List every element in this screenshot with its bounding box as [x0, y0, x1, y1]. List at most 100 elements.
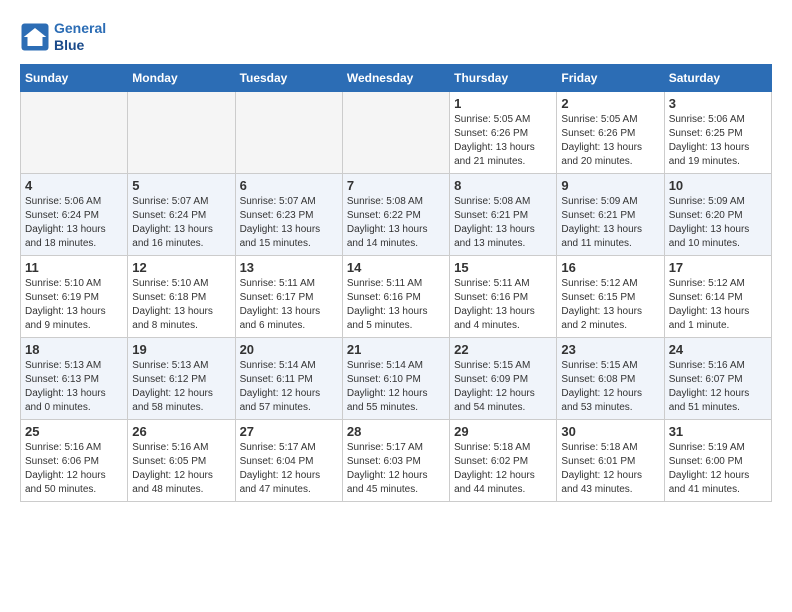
calendar-week-row: 25Sunrise: 5:16 AM Sunset: 6:06 PM Dayli…	[21, 419, 772, 501]
calendar-cell: 21 Sunrise: 5:14 AM Sunset: 6:10 PM Dayli…	[342, 337, 449, 419]
logo: General Blue	[20, 20, 106, 54]
day-number: 23	[561, 342, 659, 357]
day-number: 30	[561, 424, 659, 439]
calendar-cell: 7 Sunrise: 5:08 AM Sunset: 6:22 PM Daylig…	[342, 173, 449, 255]
day-number: 27	[240, 424, 338, 439]
day-info: Sunrise: 5:08 AM Sunset: 6:22 PM Dayligh…	[347, 195, 445, 251]
calendar-cell: 5 Sunrise: 5:07 AM Sunset: 6:24 PM Daylig…	[128, 173, 235, 255]
calendar-cell: 23 Sunrise: 5:15 AM Sunset: 6:08 PM Dayli…	[557, 337, 664, 419]
calendar-cell	[21, 91, 128, 173]
day-info: Sunrise: 5:15 AM Sunset: 6:08 PM Dayligh…	[561, 359, 659, 415]
calendar-cell: 18 Sunrise: 5:13 AM Sunset: 6:13 PM Dayli…	[21, 337, 128, 419]
day-info: Sunrise: 5:12 AM Sunset: 6:14 PM Dayligh…	[669, 277, 767, 333]
day-number: 13	[240, 260, 338, 275]
calendar-cell: 11Sunrise: 5:10 AM Sunset: 6:19 PM Dayli…	[21, 255, 128, 337]
calendar-cell: 30Sunrise: 5:18 AM Sunset: 6:01 PM Dayli…	[557, 419, 664, 501]
calendar-cell: 10Sunrise: 5:09 AM Sunset: 6:20 PM Dayli…	[664, 173, 771, 255]
day-info: Sunrise: 5:06 AM Sunset: 6:25 PM Dayligh…	[669, 113, 767, 169]
day-number: 16	[561, 260, 659, 275]
calendar-cell: 6 Sunrise: 5:07 AM Sunset: 6:23 PM Daylig…	[235, 173, 342, 255]
calendar-cell: 17 Sunrise: 5:12 AM Sunset: 6:14 PM Dayli…	[664, 255, 771, 337]
day-info: Sunrise: 5:13 AM Sunset: 6:12 PM Dayligh…	[132, 359, 230, 415]
day-info: Sunrise: 5:06 AM Sunset: 6:24 PM Dayligh…	[25, 195, 123, 251]
calendar-cell	[235, 91, 342, 173]
calendar-week-row: 18 Sunrise: 5:13 AM Sunset: 6:13 PM Dayli…	[21, 337, 772, 419]
day-info: Sunrise: 5:15 AM Sunset: 6:09 PM Dayligh…	[454, 359, 552, 415]
day-number: 2	[561, 96, 659, 111]
day-number: 31	[669, 424, 767, 439]
day-number: 28	[347, 424, 445, 439]
day-info: Sunrise: 5:10 AM Sunset: 6:18 PM Dayligh…	[132, 277, 230, 333]
calendar-cell: 19 Sunrise: 5:13 AM Sunset: 6:12 PM Dayli…	[128, 337, 235, 419]
calendar-cell: 29Sunrise: 5:18 AM Sunset: 6:02 PM Dayli…	[450, 419, 557, 501]
day-info: Sunrise: 5:14 AM Sunset: 6:10 PM Dayligh…	[347, 359, 445, 415]
day-number: 9	[561, 178, 659, 193]
calendar-cell: 4 Sunrise: 5:06 AM Sunset: 6:24 PM Daylig…	[21, 173, 128, 255]
day-number: 20	[240, 342, 338, 357]
calendar-week-row: 1 Sunrise: 5:05 AM Sunset: 6:26 PM Daylig…	[21, 91, 772, 173]
calendar-cell	[342, 91, 449, 173]
calendar-header-wednesday: Wednesday	[342, 64, 449, 91]
day-number: 14	[347, 260, 445, 275]
day-number: 5	[132, 178, 230, 193]
calendar-table: SundayMondayTuesdayWednesdayThursdayFrid…	[20, 64, 772, 502]
calendar-header-row: SundayMondayTuesdayWednesdayThursdayFrid…	[21, 64, 772, 91]
calendar-cell: 25Sunrise: 5:16 AM Sunset: 6:06 PM Dayli…	[21, 419, 128, 501]
calendar-cell: 31Sunrise: 5:19 AM Sunset: 6:00 PM Dayli…	[664, 419, 771, 501]
day-number: 24	[669, 342, 767, 357]
day-info: Sunrise: 5:17 AM Sunset: 6:03 PM Dayligh…	[347, 441, 445, 497]
day-info: Sunrise: 5:11 AM Sunset: 6:16 PM Dayligh…	[454, 277, 552, 333]
calendar-cell: 27 Sunrise: 5:17 AM Sunset: 6:04 PM Dayli…	[235, 419, 342, 501]
day-number: 7	[347, 178, 445, 193]
day-number: 17	[669, 260, 767, 275]
day-info: Sunrise: 5:13 AM Sunset: 6:13 PM Dayligh…	[25, 359, 123, 415]
day-number: 1	[454, 96, 552, 111]
calendar-header-monday: Monday	[128, 64, 235, 91]
calendar-cell: 26 Sunrise: 5:16 AM Sunset: 6:05 PM Dayli…	[128, 419, 235, 501]
logo-icon	[20, 22, 50, 52]
calendar-cell: 28 Sunrise: 5:17 AM Sunset: 6:03 PM Dayli…	[342, 419, 449, 501]
day-number: 22	[454, 342, 552, 357]
day-info: Sunrise: 5:08 AM Sunset: 6:21 PM Dayligh…	[454, 195, 552, 251]
calendar-cell: 20 Sunrise: 5:14 AM Sunset: 6:11 PM Dayli…	[235, 337, 342, 419]
day-number: 15	[454, 260, 552, 275]
calendar-week-row: 4 Sunrise: 5:06 AM Sunset: 6:24 PM Daylig…	[21, 173, 772, 255]
day-number: 4	[25, 178, 123, 193]
calendar-cell: 15 Sunrise: 5:11 AM Sunset: 6:16 PM Dayli…	[450, 255, 557, 337]
day-info: Sunrise: 5:05 AM Sunset: 6:26 PM Dayligh…	[454, 113, 552, 169]
day-number: 21	[347, 342, 445, 357]
calendar-cell: 2 Sunrise: 5:05 AM Sunset: 6:26 PM Daylig…	[557, 91, 664, 173]
day-info: Sunrise: 5:16 AM Sunset: 6:07 PM Dayligh…	[669, 359, 767, 415]
day-info: Sunrise: 5:09 AM Sunset: 6:20 PM Dayligh…	[669, 195, 767, 251]
day-number: 8	[454, 178, 552, 193]
day-info: Sunrise: 5:14 AM Sunset: 6:11 PM Dayligh…	[240, 359, 338, 415]
calendar-cell: 3 Sunrise: 5:06 AM Sunset: 6:25 PM Daylig…	[664, 91, 771, 173]
day-info: Sunrise: 5:16 AM Sunset: 6:05 PM Dayligh…	[132, 441, 230, 497]
day-info: Sunrise: 5:16 AM Sunset: 6:06 PM Dayligh…	[25, 441, 123, 497]
day-number: 3	[669, 96, 767, 111]
day-number: 19	[132, 342, 230, 357]
page-header: General Blue	[20, 20, 772, 54]
calendar-cell: 14Sunrise: 5:11 AM Sunset: 6:16 PM Dayli…	[342, 255, 449, 337]
calendar-cell: 13 Sunrise: 5:11 AM Sunset: 6:17 PM Dayli…	[235, 255, 342, 337]
day-number: 18	[25, 342, 123, 357]
day-info: Sunrise: 5:05 AM Sunset: 6:26 PM Dayligh…	[561, 113, 659, 169]
day-number: 26	[132, 424, 230, 439]
day-info: Sunrise: 5:09 AM Sunset: 6:21 PM Dayligh…	[561, 195, 659, 251]
day-number: 12	[132, 260, 230, 275]
day-info: Sunrise: 5:17 AM Sunset: 6:04 PM Dayligh…	[240, 441, 338, 497]
calendar-header-sunday: Sunday	[21, 64, 128, 91]
day-info: Sunrise: 5:11 AM Sunset: 6:17 PM Dayligh…	[240, 277, 338, 333]
calendar-header-thursday: Thursday	[450, 64, 557, 91]
day-info: Sunrise: 5:07 AM Sunset: 6:23 PM Dayligh…	[240, 195, 338, 251]
day-info: Sunrise: 5:12 AM Sunset: 6:15 PM Dayligh…	[561, 277, 659, 333]
day-number: 6	[240, 178, 338, 193]
day-info: Sunrise: 5:07 AM Sunset: 6:24 PM Dayligh…	[132, 195, 230, 251]
logo-text: General Blue	[54, 20, 106, 54]
calendar-cell: 8 Sunrise: 5:08 AM Sunset: 6:21 PM Daylig…	[450, 173, 557, 255]
calendar-cell: 22 Sunrise: 5:15 AM Sunset: 6:09 PM Dayli…	[450, 337, 557, 419]
calendar-cell: 12 Sunrise: 5:10 AM Sunset: 6:18 PM Dayli…	[128, 255, 235, 337]
calendar-cell	[128, 91, 235, 173]
calendar-header-saturday: Saturday	[664, 64, 771, 91]
day-number: 29	[454, 424, 552, 439]
